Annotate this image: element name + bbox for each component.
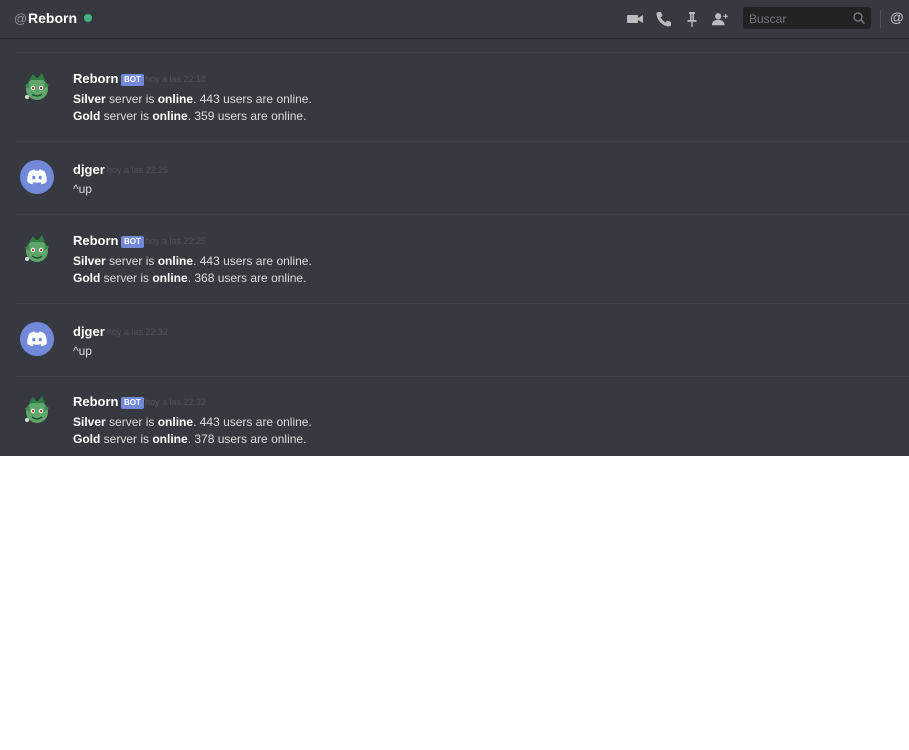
message-author[interactable]: Reborn [73,394,119,409]
message-line: Silver server is online. 443 users are o… [73,415,312,429]
header-divider [880,10,881,28]
message-timestamp: hoy a las 22:18 [145,74,207,84]
add-friend-icon[interactable] [711,10,729,28]
bulbasaur-avatar[interactable] [20,233,54,267]
message-author[interactable]: djger [73,162,105,177]
message-timestamp: hoy a las 22:32 [145,397,207,407]
message-author[interactable]: djger [73,324,105,339]
bot-tag: BOT [121,397,144,409]
message-divider [16,52,909,53]
bot-tag: BOT [121,236,144,248]
message-line: ^up [73,344,92,358]
message-line: Silver server is online. 443 users are o… [73,254,312,268]
message-item: djger hoy a las 22:32 ^up [0,314,909,374]
dm-at-symbol: @ [14,11,28,26]
message-divider [16,303,909,304]
message-line: Silver server is online. 443 users are o… [73,92,312,106]
discord-default-avatar[interactable] [20,160,54,194]
message-timestamp: hoy a las 22:25 [145,236,207,246]
message-line: ^up [73,182,92,196]
phone-icon[interactable] [655,10,673,28]
online-status-icon [84,14,92,22]
channel-header: @ Reborn Buscar @ [0,0,909,38]
search-placeholder: Buscar [749,12,787,26]
message-line: Gold server is online. 378 users are onl… [73,432,307,446]
message-timestamp: hoy a las 22:32 [107,327,169,337]
message-line: Gold server is online. 368 users are onl… [73,271,307,285]
message-divider [16,141,909,142]
channel-title[interactable]: Reborn [28,10,77,26]
message-timestamp: hoy a las 22:25 [107,165,169,175]
chat-window: @ Reborn Buscar @ Reborn BOT hoy a las 2… [0,0,909,456]
message-item: djger hoy a las 22:25 ^up [0,152,909,212]
bot-tag: BOT [121,74,144,86]
message-item: Reborn BOT hoy a las 22:18 Silver server… [0,62,909,142]
mentions-icon[interactable]: @ [890,9,904,25]
message-item: Reborn BOT hoy a las 22:32 Silver server… [0,385,909,456]
message-author[interactable]: Reborn [73,233,119,248]
discord-default-avatar[interactable] [20,322,54,356]
bulbasaur-avatar[interactable] [20,394,54,428]
message-item: Reborn BOT hoy a las 22:25 Silver server… [0,224,909,304]
message-divider [16,376,909,377]
message-author[interactable]: Reborn [73,71,119,86]
bulbasaur-avatar[interactable] [20,71,54,105]
message-line: Gold server is online. 359 users are onl… [73,109,307,123]
pin-icon[interactable] [683,10,701,28]
search-icon [853,12,866,25]
search-input[interactable]: Buscar [743,7,871,29]
video-camera-icon[interactable] [626,10,644,28]
message-divider [16,214,909,215]
